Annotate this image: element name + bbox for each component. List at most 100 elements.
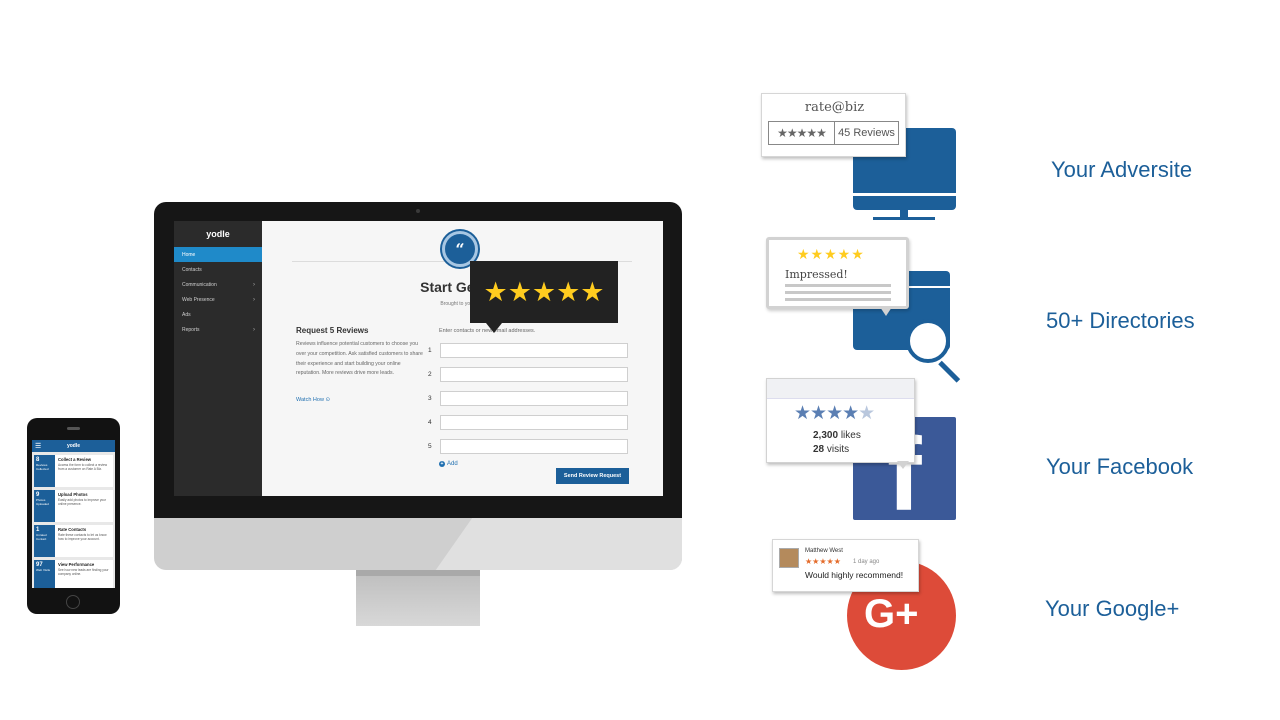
chevron-right-icon: › [253, 296, 255, 303]
stat-badge: 97 Web Visits [34, 560, 55, 588]
contact-row: 5 [428, 438, 628, 454]
rateabiz-card: rate@biz ★★★★★ 45 Reviews [761, 93, 906, 157]
review-text: Impressed! [785, 268, 848, 281]
speech-bubble-tail [880, 307, 892, 316]
phone-screen: ☰ yodle 8 Reviews Collected Collect a Re… [32, 440, 115, 588]
play-icon: ⊙ [325, 397, 331, 403]
magnifier-icon [906, 319, 950, 363]
contact-row: 4 [428, 414, 628, 430]
add-contact-link[interactable]: + Add [439, 461, 458, 467]
row-number: 5 [428, 442, 432, 450]
card-info: Rate Contacts Rate these contacts to let… [55, 525, 113, 557]
watch-how-link[interactable]: Watch How ⊙ [296, 397, 330, 403]
request-title: Request 5 Reviews [296, 326, 369, 335]
sidebar-item-reports[interactable]: Reports › [174, 322, 262, 337]
phone-card-upload-photos[interactable]: 9 Photos Uploaded Upload Photos Easily a… [34, 490, 113, 522]
phone-card-collect-review[interactable]: 8 Reviews Collected Collect a Review Acc… [34, 455, 113, 487]
mobile-phone: ☰ yodle 8 Reviews Collected Collect a Re… [27, 418, 120, 614]
chevron-right-icon: › [253, 281, 255, 288]
monitor-chin [154, 518, 682, 570]
stat-label: Photos Uploaded [36, 498, 49, 506]
stat-label: Unrated Contact [36, 533, 47, 541]
contact-input-4[interactable] [440, 414, 628, 430]
stat-badge: 9 Photos Uploaded [34, 490, 55, 522]
row-number: 4 [428, 418, 432, 426]
row-number: 1 [428, 346, 432, 354]
likes-count: 2,300 [813, 430, 839, 441]
visits-count: 28 [813, 444, 825, 455]
google-plus-glyph: G+ [864, 592, 919, 636]
row-number: 2 [428, 370, 432, 378]
rateabiz-logo: rate@biz [804, 100, 865, 115]
phone-header: ☰ yodle [32, 440, 115, 452]
app-logo[interactable]: yodle [174, 221, 262, 247]
speaker-icon [67, 427, 80, 430]
row-number: 3 [428, 394, 432, 402]
monitor-stand [356, 570, 480, 626]
monitor-icon-base [873, 217, 935, 220]
sidebar-item-communication[interactable]: Communication › [174, 277, 262, 292]
label-adversite: Your Adversite [1051, 157, 1193, 182]
label-directories: 50+ Directories [1046, 308, 1195, 333]
review-time: 1 day ago [853, 559, 880, 565]
text-placeholder-line [785, 284, 891, 287]
sidebar-item-label: Contacts [182, 266, 202, 273]
monitor-icon-stripe [853, 193, 956, 196]
card-description: Access the form to collect a review from… [58, 463, 108, 471]
plus-icon: + [439, 461, 445, 467]
stat-label: Reviews Collected [36, 463, 49, 471]
speech-bubble-tail [897, 461, 909, 469]
chevron-right-icon: › [253, 326, 255, 333]
review-quote: Would highly recommend! [805, 570, 904, 580]
contact-row: 1 [428, 342, 628, 358]
card-description: Easily add photos to improve your online… [58, 498, 107, 506]
magnifier-handle [938, 360, 961, 383]
card-info: Collect a Review Access the form to coll… [55, 455, 113, 487]
sidebar-item-ads[interactable]: Ads [174, 307, 262, 322]
request-description: Reviews influence potential customers to… [296, 341, 423, 377]
phone-card-rate-contacts[interactable]: 1 Unrated Contact Rate Contacts Rate the… [34, 525, 113, 557]
contact-input-2[interactable] [440, 366, 628, 382]
label-facebook: Your Facebook [1046, 454, 1194, 479]
sidebar-item-home[interactable]: Home [174, 247, 262, 262]
sidebar-item-label: Web Presence [182, 296, 215, 303]
rating-stars-popup: ★★★★★ [470, 261, 618, 333]
stat-badge: 8 Reviews Collected [34, 455, 55, 487]
monitor-bezel: yodle Home Contacts Communication › Web … [154, 202, 682, 518]
text-placeholder-line [785, 298, 891, 301]
app-sidebar: yodle Home Contacts Communication › Web … [174, 221, 262, 496]
phone-card-view-performance[interactable]: 97 Web Visits View Performance See how n… [34, 560, 113, 588]
full-stars: ★★★★ [794, 403, 859, 424]
star-rating-icon: ★★★★★ [805, 557, 841, 566]
card-description: See how new leads are finding your compa… [58, 568, 109, 576]
contact-input-5[interactable] [440, 438, 628, 454]
stat-badge: 1 Unrated Contact [34, 525, 55, 557]
text-placeholder-line [785, 291, 891, 294]
reviewer-name: Matthew West [805, 548, 843, 554]
card-description: Rate these contacts to let us know how t… [58, 533, 107, 541]
facebook-rating-card: ★★★★★ 2,300 likes 28 visits [766, 378, 915, 463]
contact-row: 2 [428, 366, 628, 382]
card-info: Upload Photos Easily add photos to impro… [55, 490, 113, 522]
card-info: View Performance See how new leads are f… [55, 560, 113, 588]
contact-input-1[interactable] [440, 342, 628, 358]
rateabiz-rating-box: ★★★★★ 45 Reviews [768, 121, 899, 145]
contact-input-3[interactable] [440, 390, 628, 406]
review-count: 45 Reviews [838, 127, 895, 139]
desktop-monitor: yodle Home Contacts Communication › Web … [154, 202, 682, 570]
sidebar-item-label: Ads [182, 311, 191, 318]
likes-label: likes [840, 430, 861, 441]
sidebar-item-label: Home [182, 251, 196, 258]
visits-line: 28 visits [813, 444, 849, 455]
half-star: ★ [858, 403, 875, 424]
card-header [767, 379, 914, 399]
home-button-icon[interactable] [66, 595, 80, 609]
sidebar-item-contacts[interactable]: Contacts [174, 262, 262, 277]
star-rating-icon: ★★★★★ [483, 276, 605, 307]
sidebar-item-web-presence[interactable]: Web Presence › [174, 292, 262, 307]
send-review-request-button[interactable]: Send Review Request [556, 468, 629, 484]
avatar [779, 548, 799, 568]
label-google-plus: Your Google+ [1045, 596, 1180, 621]
camera-icon [416, 209, 420, 213]
visits-label: visits [826, 444, 850, 455]
